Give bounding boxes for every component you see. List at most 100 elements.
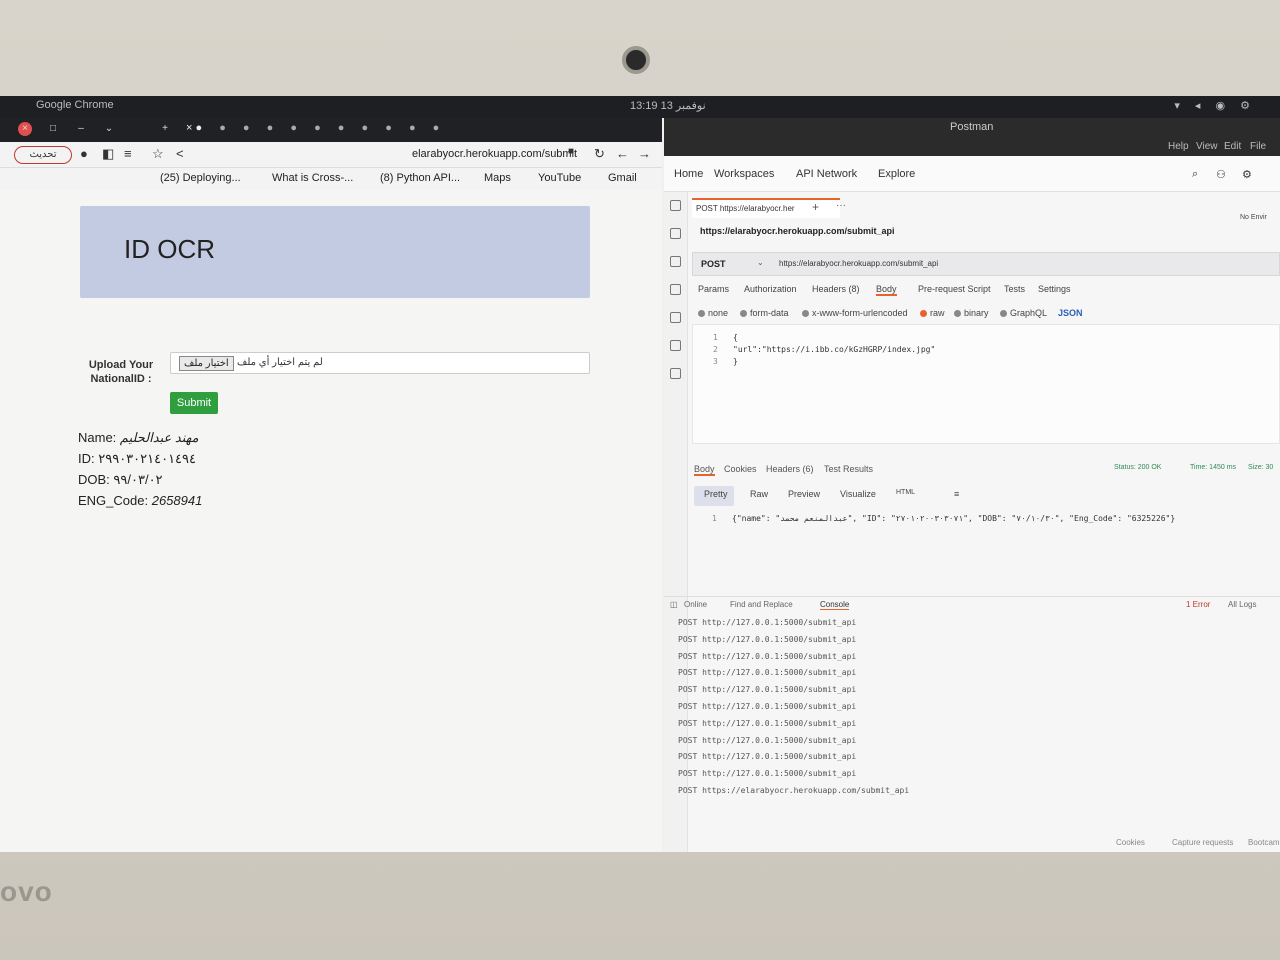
active-app-name[interactable]: Google Chrome <box>36 99 114 111</box>
log-entry[interactable]: POST http://127.0.0.1:5000/submit_api <box>678 736 909 753</box>
capture-requests-link[interactable]: Capture requests <box>1172 838 1233 847</box>
monitors-icon[interactable] <box>670 312 681 323</box>
search-icon[interactable]: ⌕ <box>1192 168 1198 181</box>
address-bar[interactable]: elarabyocr.herokuapp.com/submit <box>412 148 577 160</box>
system-tray[interactable]: ▾ ◂ ◉ ⚙ <box>1174 99 1256 112</box>
wrap-lines-icon[interactable]: ≡ <box>954 489 959 499</box>
log-entry[interactable]: POST http://127.0.0.1:5000/submit_api <box>678 618 909 635</box>
reload-icon[interactable]: ↻ <box>594 146 605 162</box>
menu-view[interactable]: View <box>1196 141 1218 152</box>
bookmark-item[interactable]: (25) Deploying... <box>160 172 241 184</box>
tab-item[interactable]: ● <box>338 122 345 134</box>
bootcamp-link[interactable]: Bootcamp <box>1248 838 1280 847</box>
console-tab[interactable]: Console <box>820 600 850 610</box>
radio-binary[interactable]: binary <box>954 308 989 318</box>
log-entry[interactable]: POST http://127.0.0.1:5000/submit_api <box>678 702 909 719</box>
response-format-select[interactable]: HTML <box>896 489 915 496</box>
resp-tab-body[interactable]: Body <box>694 464 715 476</box>
radio-urlencoded[interactable]: x-www-form-urlencoded <box>802 308 908 318</box>
flows-icon[interactable] <box>670 340 681 351</box>
history-icon[interactable] <box>670 368 681 379</box>
log-entry[interactable]: POST http://127.0.0.1:5000/submit_api <box>678 635 909 652</box>
share-icon[interactable]: < <box>176 146 184 161</box>
bookmark-item[interactable]: YouTube <box>538 172 581 184</box>
raw-format-select[interactable]: JSON <box>1058 308 1083 318</box>
method-select[interactable]: POST <box>701 259 726 269</box>
reading-list-icon[interactable]: ≡ <box>124 146 132 161</box>
profile-avatar-icon[interactable]: ● <box>80 146 88 161</box>
find-replace[interactable]: Find and Replace <box>730 600 793 609</box>
resp-tab-cookies[interactable]: Cookies <box>724 464 757 474</box>
invite-icon[interactable]: ⚇ <box>1216 168 1226 181</box>
tab-item[interactable]: ● <box>267 122 274 134</box>
apis-icon[interactable] <box>670 228 681 239</box>
error-count[interactable]: 1 Error <box>1186 600 1210 609</box>
nav-api-network[interactable]: API Network <box>796 168 857 180</box>
body-editor[interactable]: 1 2 3 { "url":"https://i.ibb.co/kGzHGRP/… <box>692 324 1280 444</box>
tab-params[interactable]: Params <box>698 284 729 294</box>
bookmark-star-icon[interactable]: ☆ <box>152 146 164 162</box>
file-input[interactable]: اختيار ملف لم يتم اختيار أي ملف <box>170 352 590 374</box>
resp-tab-headers[interactable]: Headers (6) <box>766 464 814 474</box>
radio-raw[interactable]: raw <box>920 308 945 318</box>
radio-none[interactable]: none <box>698 308 728 318</box>
clock[interactable]: 13:19 13 نوفمبر <box>630 99 706 112</box>
resp-tab-test-results[interactable]: Test Results <box>824 464 873 474</box>
cookies-link[interactable]: Cookies <box>1116 838 1145 847</box>
update-button[interactable]: تحديث <box>14 146 72 164</box>
tab-item[interactable]: ● <box>433 122 440 134</box>
active-tab[interactable]: × ● <box>186 122 202 134</box>
choose-file-button[interactable]: اختيار ملف <box>179 356 234 371</box>
log-entry[interactable]: POST http://127.0.0.1:5000/submit_api <box>678 685 909 702</box>
log-entry[interactable]: POST http://127.0.0.1:5000/submit_api <box>678 719 909 736</box>
log-filter[interactable]: All Logs <box>1228 600 1256 609</box>
minimize-window-icon[interactable]: – <box>74 122 88 136</box>
tab-item[interactable]: ● <box>385 122 392 134</box>
tab-item[interactable]: ● <box>243 122 250 134</box>
log-entry[interactable]: POST http://127.0.0.1:5000/submit_api <box>678 769 909 786</box>
side-panel-icon[interactable]: ◧ <box>102 146 114 162</box>
chrome-tabs[interactable]: × ● ● ● ● ● ● ● ● ● ● ● <box>186 122 453 134</box>
submit-button[interactable]: Submit <box>170 392 218 414</box>
tab-item[interactable]: ● <box>362 122 369 134</box>
tab-item[interactable]: ● <box>409 122 416 134</box>
tab-item[interactable]: ● <box>290 122 297 134</box>
tab-headers[interactable]: Headers (8) <box>812 284 860 294</box>
back-icon[interactable]: ← <box>616 146 629 161</box>
bookmark-item[interactable]: Gmail <box>608 172 637 184</box>
settings-icon[interactable]: ⚙ <box>1242 168 1252 181</box>
close-window-icon[interactable]: × <box>18 122 32 136</box>
nav-explore[interactable]: Explore <box>878 168 915 180</box>
tab-item[interactable]: ● <box>219 122 226 134</box>
log-entry[interactable]: POST http://127.0.0.1:5000/submit_api <box>678 652 909 669</box>
tab-tests[interactable]: Tests <box>1004 284 1025 294</box>
environments-icon[interactable] <box>670 256 681 267</box>
online-status[interactable]: Online <box>684 600 707 609</box>
radio-form-data[interactable]: form-data <box>740 308 789 318</box>
chevron-down-icon[interactable]: ⌄ <box>757 258 764 267</box>
menu-file[interactable]: File <box>1250 141 1266 152</box>
tab-body[interactable]: Body <box>876 284 897 296</box>
bookmark-item[interactable]: Maps <box>484 172 511 184</box>
tab-list-icon[interactable]: ⌄ <box>102 122 116 136</box>
view-pretty[interactable]: Pretty <box>704 489 728 499</box>
new-tab-icon[interactable]: + <box>158 122 172 136</box>
lock-icon[interactable]: ■ <box>568 146 574 157</box>
view-preview[interactable]: Preview <box>788 489 820 499</box>
request-title[interactable]: https://elarabyocr.herokuapp.com/submit_… <box>700 226 895 236</box>
menu-help[interactable]: Help <box>1168 141 1189 152</box>
nav-workspaces[interactable]: Workspaces <box>714 168 774 180</box>
nav-home[interactable]: Home <box>674 168 703 180</box>
mock-servers-icon[interactable] <box>670 284 681 295</box>
more-tabs-icon[interactable]: ··· <box>836 200 846 211</box>
new-tab-icon[interactable]: + <box>812 200 819 214</box>
tab-item[interactable]: ● <box>314 122 321 134</box>
request-url-input[interactable]: https://elarabyocr.herokuapp.com/submit_… <box>779 259 938 268</box>
response-body[interactable]: {"name": "عبدالمنعم محمد", "ID": "٢٧٠١٠٢… <box>732 514 1175 523</box>
environment-selector[interactable]: No Envir <box>1240 214 1267 221</box>
bookmark-item[interactable]: (8) Python API... <box>380 172 460 184</box>
collections-icon[interactable] <box>670 200 681 211</box>
radio-graphql[interactable]: GraphQL <box>1000 308 1047 318</box>
view-visualize[interactable]: Visualize <box>840 489 876 499</box>
restore-window-icon[interactable]: □ <box>46 122 60 136</box>
